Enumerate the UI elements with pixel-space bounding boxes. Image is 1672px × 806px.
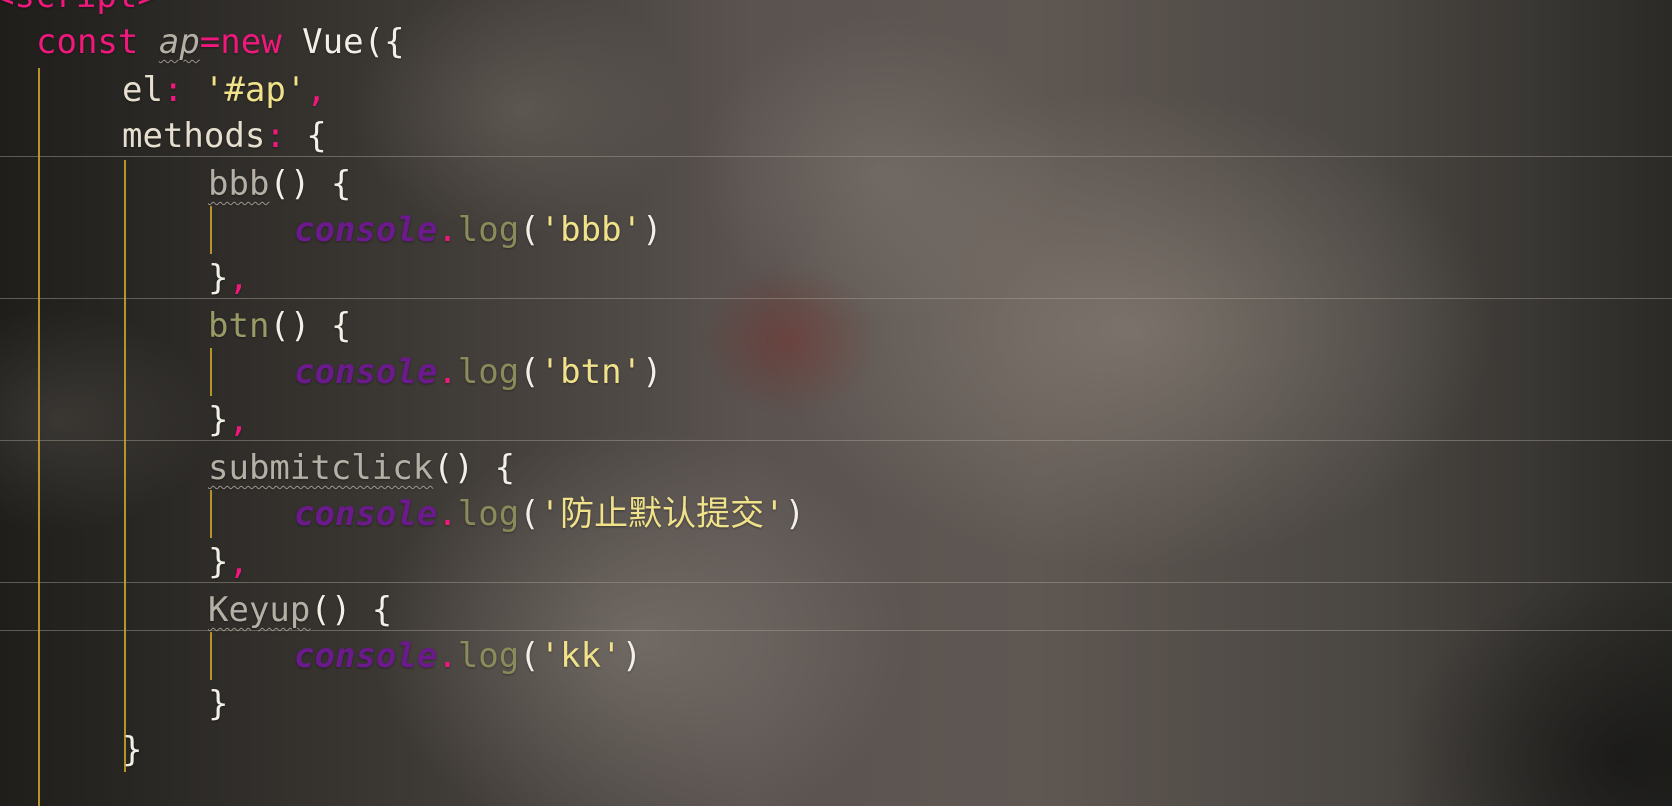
log-argument: 'btn' [539, 352, 643, 392]
keyword-new: new [220, 22, 282, 62]
log-argument: '防止默认提交' [539, 494, 785, 534]
paren-close: ) [621, 636, 643, 676]
method-end-bbb: }, [208, 254, 249, 302]
method-name-submitclick[interactable]: submitclick [208, 448, 433, 488]
comma: , [306, 70, 327, 110]
paren-close: ) [642, 352, 663, 392]
brace-close: } [208, 684, 229, 724]
string-el-value: '#ap' [203, 70, 307, 110]
code-line-const: const ap=new Vue({ [36, 18, 405, 66]
line-separator [0, 582, 1672, 583]
method-sig: () { [269, 306, 352, 346]
method-name-keyup[interactable]: Keyup [208, 590, 310, 630]
method-body-submitclick: console.log('防止默认提交') [294, 490, 805, 538]
console-object: console [294, 352, 438, 392]
method-signature-bbb: bbb() { [208, 160, 351, 208]
brace-open: { [285, 116, 327, 156]
comma: , [228, 258, 249, 298]
code-line-methods-close: } [122, 726, 142, 774]
log-method: log [457, 352, 520, 392]
line-separator [0, 440, 1672, 441]
log-argument: 'kk' [539, 636, 622, 676]
log-method: log [457, 636, 520, 676]
log-argument: 'bbb' [539, 210, 643, 250]
method-sig: () { [433, 448, 516, 488]
operator-equals: = [199, 22, 221, 62]
dot: . [437, 636, 458, 676]
line-separator [0, 298, 1672, 299]
paren-open: ( [519, 352, 540, 392]
method-name-btn[interactable]: btn [208, 306, 269, 346]
variable-ap[interactable]: ap [159, 22, 200, 62]
indent-guide-submitclick [210, 490, 212, 538]
property-methods: methods [122, 116, 266, 156]
indent-guide-methods [124, 160, 126, 772]
paren-close: ) [642, 210, 663, 250]
dot: . [437, 494, 458, 534]
method-end-keyup: } [208, 680, 228, 728]
method-end-submitclick: }, [208, 538, 249, 586]
method-body-bbb: console.log('bbb') [294, 206, 663, 254]
paren-brace-open: ({ [363, 22, 405, 62]
comma: , [228, 400, 249, 440]
indent-guide-bbb [210, 206, 212, 254]
method-signature-submitclick: submitclick() { [208, 444, 515, 492]
method-signature-btn: btn() { [208, 302, 351, 350]
comma: , [228, 542, 249, 582]
colon: : [162, 70, 184, 110]
console-object: console [294, 636, 438, 676]
log-method: log [457, 210, 520, 250]
method-signature-keyup: Keyup() { [208, 586, 392, 634]
code-line-el: el: '#ap', [122, 66, 327, 114]
code-editor[interactable]: <script> const ap=new Vue({ el: '#ap', m… [0, 0, 1672, 806]
method-sig: () { [269, 164, 352, 204]
dot: . [437, 210, 458, 250]
brace-close: } [208, 400, 229, 440]
paren-open: ( [519, 494, 540, 534]
brace-close: } [208, 258, 229, 298]
code-line-script-tag: <script> [0, 0, 158, 20]
class-vue: Vue [281, 22, 364, 62]
console-object: console [294, 210, 438, 250]
code-line-methods: methods: { [122, 112, 327, 160]
brace-close-methods: } [122, 730, 143, 770]
method-body-keyup: console.log('kk') [294, 632, 642, 680]
script-tag-text: <script> [0, 0, 158, 16]
method-body-btn: console.log('btn') [294, 348, 663, 396]
paren-close: ) [784, 494, 806, 534]
console-object: console [294, 494, 438, 534]
indent-guide-outer [38, 68, 40, 806]
keyword-const: const [36, 22, 139, 62]
indent-guide-keyup [210, 632, 212, 680]
method-end-btn: }, [208, 396, 249, 444]
brace-close: } [208, 542, 229, 582]
method-name-bbb[interactable]: bbb [208, 164, 269, 204]
log-method: log [457, 494, 520, 534]
dot: . [437, 352, 458, 392]
colon: : [265, 116, 286, 156]
paren-open: ( [519, 210, 540, 250]
paren-open: ( [519, 636, 540, 676]
property-el: el [122, 70, 163, 110]
indent-guide-btn [210, 348, 212, 396]
method-sig: () { [310, 590, 393, 630]
